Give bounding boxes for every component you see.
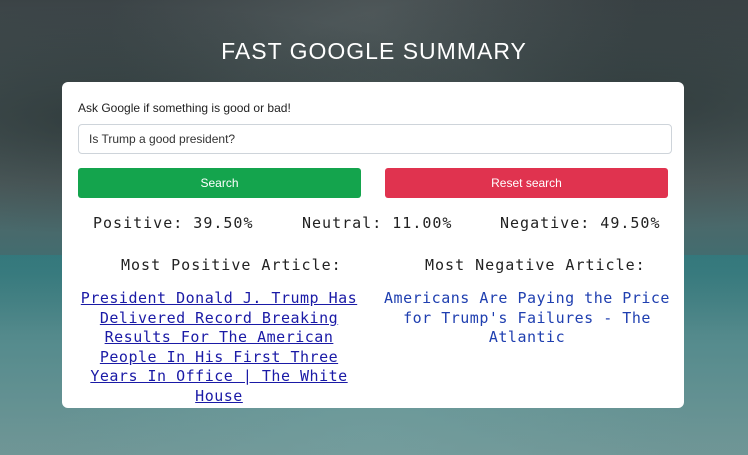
search-prompt-label: Ask Google if something is good or bad! [78, 101, 291, 115]
most-positive-heading: Most Positive Article: [121, 256, 342, 274]
reset-search-button[interactable]: Reset search [385, 168, 668, 198]
most-negative-article-link[interactable]: Americans Are Paying the Price for Trump… [377, 289, 677, 348]
negative-score: Negative: 49.50% [500, 214, 661, 232]
search-card: Ask Google if something is good or bad! … [62, 82, 684, 408]
most-positive-article-link[interactable]: President Donald J. Trump Has Delivered … [74, 289, 364, 406]
neutral-score: Neutral: 11.00% [302, 214, 453, 232]
most-negative-heading: Most Negative Article: [425, 256, 646, 274]
page-title: FAST GOOGLE SUMMARY [221, 38, 527, 64]
search-button[interactable]: Search [78, 168, 361, 198]
positive-score: Positive: 39.50% [93, 214, 254, 232]
search-input[interactable] [78, 124, 672, 154]
